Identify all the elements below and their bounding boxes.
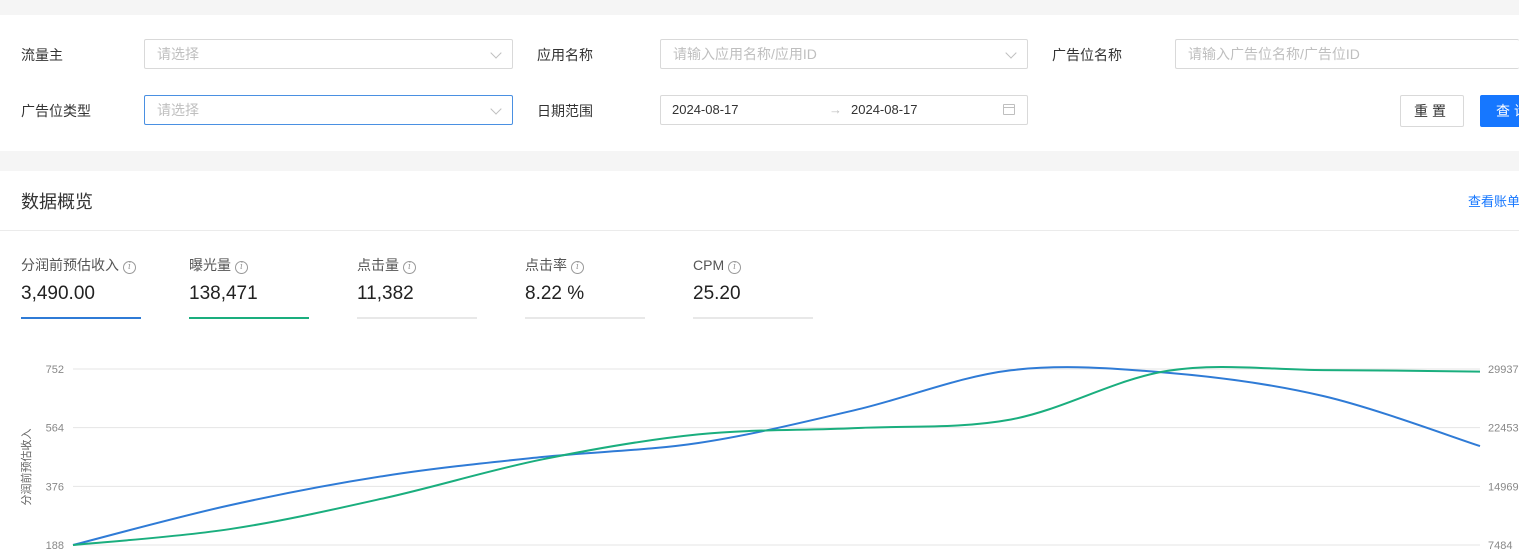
y-tick-left: 188 [46, 540, 64, 552]
y-tick-left: 752 [46, 364, 64, 376]
revenue-impressions-line-chart[interactable]: 752 564 376 188 29937 22453 14969 7484 分润前预估收入 [0, 171, 1519, 553]
chevron-down-icon [1005, 47, 1017, 59]
reset-button[interactable]: 重置 [1400, 95, 1464, 127]
chevron-down-icon [490, 103, 502, 115]
date-range-picker[interactable]: 2024-08-17 → 2024-08-17 [660, 95, 1028, 125]
y-tick-right: 7484 [1488, 540, 1512, 552]
ad-slot-type-placeholder: 请选择 [157, 102, 199, 118]
y-axis-label: 分润前预估收入 [19, 429, 33, 506]
chart-series [72, 365, 1481, 546]
y-tick-left: 564 [46, 423, 64, 435]
filter-panel: 流量主 请选择 应用名称 请输入应用名称/应用ID 广告位名称 请输入广告位名称… [0, 15, 1519, 151]
traffic-owner-label: 流量主 [21, 47, 63, 63]
y-tick-right: 22453 [1488, 423, 1519, 435]
query-button[interactable]: 查询 [1480, 95, 1519, 127]
overview-panel: 数据概览 查看账单 分润前预估收入 i 3,490.00 曝光量 i 138,471… [0, 171, 1519, 553]
series-line-0 [72, 366, 1481, 546]
app-name-placeholder: 请输入应用名称/应用ID [673, 46, 817, 62]
calendar-icon [1003, 104, 1015, 115]
series-line-1 [72, 365, 1481, 546]
y-axis-right: 29937 22453 14969 7484 [1488, 364, 1519, 552]
ad-slot-name-input[interactable]: 请输入广告位名称/广告位ID [1175, 39, 1519, 69]
ad-slot-name-placeholder: 请输入广告位名称/广告位ID [1188, 46, 1360, 62]
arrow-right-icon: → [829, 102, 842, 117]
ad-slot-type-label: 广告位类型 [21, 103, 91, 119]
chevron-down-icon [490, 47, 502, 59]
date-start[interactable]: 2024-08-17 [672, 96, 739, 124]
date-end[interactable]: 2024-08-17 [851, 96, 918, 124]
app-name-label: 应用名称 [537, 47, 593, 63]
app-name-select[interactable]: 请输入应用名称/应用ID [660, 39, 1028, 69]
traffic-owner-placeholder: 请选择 [157, 46, 199, 62]
ad-slot-type-select[interactable]: 请选择 [144, 95, 513, 125]
y-tick-left: 376 [46, 481, 64, 493]
y-tick-right: 29937 [1488, 364, 1519, 376]
ad-slot-name-label: 广告位名称 [1052, 47, 1122, 63]
date-range-label: 日期范围 [537, 103, 593, 119]
y-tick-right: 14969 [1488, 481, 1519, 493]
traffic-owner-select[interactable]: 请选择 [144, 39, 513, 69]
y-axis-left: 752 564 376 188 [46, 364, 64, 552]
